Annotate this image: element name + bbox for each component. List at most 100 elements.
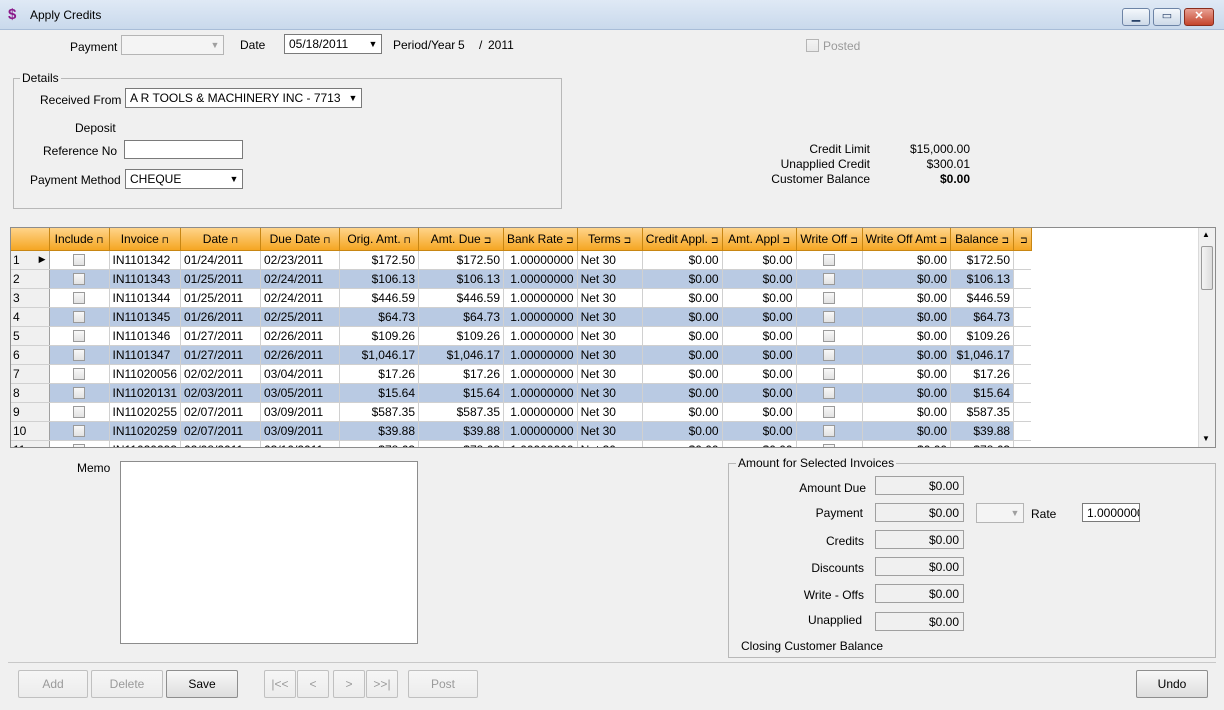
- minimize-icon[interactable]: ▁: [1122, 8, 1150, 26]
- scroll-thumb[interactable]: [1201, 246, 1213, 290]
- undo-button[interactable]: Undo: [1136, 670, 1208, 698]
- grid-scrollbar[interactable]: ▲ ▼: [1198, 228, 1215, 447]
- maximize-icon[interactable]: ▭: [1153, 8, 1181, 26]
- include-checkbox[interactable]: [73, 425, 85, 438]
- table-row[interactable]: 5 IN1101346 01/27/2011 02/26/2011 $109.26 $10…: [11, 326, 1032, 346]
- write-off-cell[interactable]: [796, 307, 863, 327]
- row-number[interactable]: 2: [11, 269, 50, 289]
- include-checkbox[interactable]: [73, 330, 85, 343]
- col-extra[interactable]: ⊐: [1013, 228, 1032, 251]
- add-button[interactable]: Add: [18, 670, 88, 698]
- include-cell[interactable]: [49, 250, 110, 270]
- write-off-checkbox[interactable]: [823, 254, 836, 267]
- next-record-button[interactable]: >: [333, 670, 365, 698]
- close-icon[interactable]: ✕: [1184, 8, 1214, 26]
- row-number[interactable]: 10: [11, 421, 50, 441]
- include-cell[interactable]: [49, 402, 110, 422]
- include-cell[interactable]: [49, 326, 110, 346]
- posted-checkbox[interactable]: [806, 39, 819, 52]
- pin-icon[interactable]: ⊐: [850, 235, 858, 245]
- pin-icon[interactable]: ⊐: [484, 235, 492, 245]
- rate-input[interactable]: 1.00000000: [1082, 503, 1140, 522]
- save-button[interactable]: Save: [166, 670, 238, 698]
- write-off-cell[interactable]: [796, 345, 863, 365]
- write-off-checkbox[interactable]: [823, 425, 836, 438]
- pin-icon[interactable]: ⊐: [783, 235, 791, 245]
- write-off-cell[interactable]: [796, 269, 863, 289]
- table-row[interactable]: 4 IN1101345 01/26/2011 02/25/2011 $64.73 $64.…: [11, 307, 1032, 327]
- row-number[interactable]: 5: [11, 326, 50, 346]
- row-number[interactable]: 11: [11, 440, 50, 447]
- row-number[interactable]: 8: [11, 383, 50, 403]
- include-checkbox[interactable]: [73, 254, 85, 267]
- table-row[interactable]: 8 IN11020131 02/03/2011 03/05/2011 $15.64 $15…: [11, 383, 1032, 403]
- pin-icon[interactable]: ⊓: [96, 235, 103, 245]
- post-button[interactable]: Post: [408, 670, 478, 698]
- include-cell[interactable]: [49, 440, 110, 447]
- col-balance[interactable]: Balance ⊐: [950, 228, 1015, 251]
- scroll-down-icon[interactable]: ▼: [1202, 434, 1210, 443]
- include-checkbox[interactable]: [73, 444, 85, 447]
- write-off-cell[interactable]: [796, 326, 863, 346]
- table-row[interactable]: 1 ▶ IN1101342 01/24/2011 02/23/2011 $172.50 $1…: [11, 250, 1032, 270]
- table-row[interactable]: 2 IN1101343 01/25/2011 02/24/2011 $106.13 $10…: [11, 269, 1032, 289]
- include-cell[interactable]: [49, 383, 110, 403]
- row-number[interactable]: 1 ▶: [11, 250, 50, 270]
- col-include[interactable]: Include ⊓: [49, 228, 110, 251]
- write-off-cell[interactable]: [796, 383, 863, 403]
- memo-textarea[interactable]: [120, 461, 418, 644]
- scroll-up-icon[interactable]: ▲: [1202, 230, 1210, 239]
- include-checkbox[interactable]: [73, 406, 85, 419]
- col-date[interactable]: Date ⊓: [180, 228, 261, 251]
- include-cell[interactable]: [49, 307, 110, 327]
- pin-icon[interactable]: ⊓: [162, 235, 169, 245]
- pin-icon[interactable]: ⊐: [566, 235, 574, 245]
- pin-icon[interactable]: ⊐: [711, 235, 719, 245]
- write-off-checkbox[interactable]: [823, 444, 836, 447]
- write-off-checkbox[interactable]: [823, 368, 836, 381]
- table-row[interactable]: 10 IN11020259 02/07/2011 03/09/2011 $39.88 $3…: [11, 421, 1032, 441]
- include-checkbox[interactable]: [73, 368, 85, 381]
- include-cell[interactable]: [49, 269, 110, 289]
- table-row[interactable]: 6 IN1101347 01/27/2011 02/26/2011 $1,046.17 $…: [11, 345, 1032, 365]
- write-off-checkbox[interactable]: [823, 387, 836, 400]
- invoice-grid[interactable]: Include ⊓ Invoice ⊓ Date ⊓ Due Date ⊓ Orig. …: [10, 227, 1216, 448]
- payment-method-combo[interactable]: CHEQUE ▼: [125, 169, 243, 189]
- write-off-cell[interactable]: [796, 250, 863, 270]
- col-orig-amt[interactable]: Orig. Amt. ⊓: [339, 228, 419, 251]
- col-amt-due[interactable]: Amt. Due ⊐: [418, 228, 504, 251]
- include-checkbox[interactable]: [73, 311, 85, 324]
- write-off-checkbox[interactable]: [823, 330, 836, 343]
- write-off-checkbox[interactable]: [823, 311, 836, 324]
- last-record-button[interactable]: >>|: [366, 670, 398, 698]
- include-checkbox[interactable]: [73, 292, 85, 305]
- table-row[interactable]: 11IN1102029302/08/201103/10/2011$78.63$7…: [11, 440, 1032, 447]
- include-checkbox[interactable]: [73, 273, 85, 286]
- table-row[interactable]: 7 IN11020056 02/02/2011 03/04/2011 $17.26 $17…: [11, 364, 1032, 384]
- include-cell[interactable]: [49, 345, 110, 365]
- received-from-combo[interactable]: A R TOOLS & MACHINERY INC - 7713 ▼: [125, 88, 362, 108]
- reference-input[interactable]: [124, 140, 243, 159]
- write-off-checkbox[interactable]: [823, 406, 836, 419]
- pin-icon[interactable]: ⊐: [624, 235, 632, 245]
- table-row[interactable]: 9 IN11020255 02/07/2011 03/09/2011 $587.35 $5…: [11, 402, 1032, 422]
- pin-icon[interactable]: ⊐: [1001, 235, 1009, 245]
- col-amt-appl[interactable]: Amt. Appl ⊐: [722, 228, 797, 251]
- col-write-off[interactable]: Write Off ⊐: [796, 228, 863, 251]
- col-bank-rate[interactable]: Bank Rate ⊐: [503, 228, 578, 251]
- include-cell[interactable]: [49, 364, 110, 384]
- include-checkbox[interactable]: [73, 387, 85, 400]
- date-picker[interactable]: 05/18/2011 ▼: [284, 34, 382, 54]
- first-record-button[interactable]: |<<: [264, 670, 296, 698]
- write-off-cell[interactable]: [796, 402, 863, 422]
- write-off-checkbox[interactable]: [823, 292, 836, 305]
- write-off-cell[interactable]: [796, 440, 863, 447]
- pin-icon[interactable]: ⊓: [404, 235, 411, 245]
- row-number[interactable]: 4: [11, 307, 50, 327]
- row-number[interactable]: 7: [11, 364, 50, 384]
- include-checkbox[interactable]: [73, 349, 85, 362]
- write-off-cell[interactable]: [796, 364, 863, 384]
- col-credit-appl[interactable]: Credit Appl. ⊐: [642, 228, 723, 251]
- table-row[interactable]: 3 IN1101344 01/25/2011 02/24/2011 $446.59 $44…: [11, 288, 1032, 308]
- col-invoice[interactable]: Invoice ⊓: [109, 228, 181, 251]
